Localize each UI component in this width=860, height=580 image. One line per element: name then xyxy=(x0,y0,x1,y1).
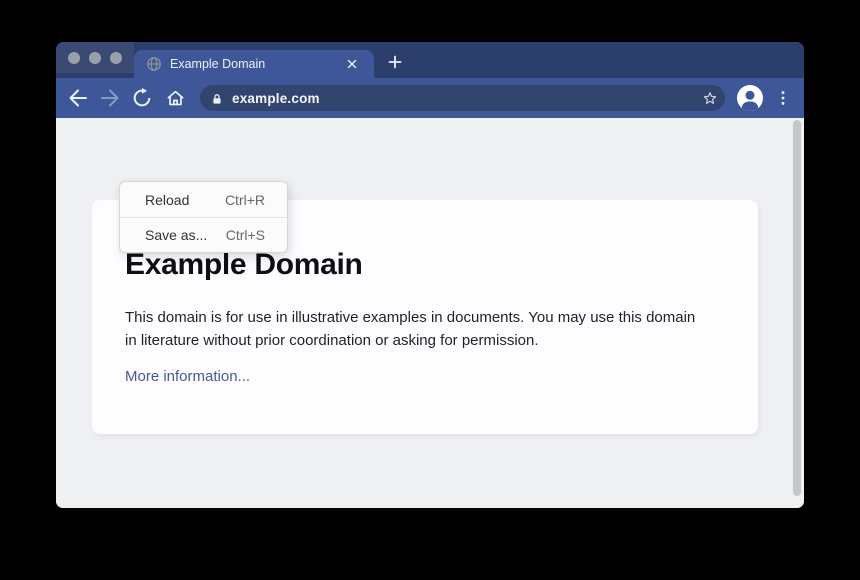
bookmark-star-icon[interactable] xyxy=(701,89,719,107)
page-title: Example Domain xyxy=(125,248,718,282)
context-menu: Reload Ctrl+R Save as... Ctrl+S xyxy=(119,181,288,253)
zoom-window-button[interactable] xyxy=(110,52,122,64)
scrollbar-thumb[interactable] xyxy=(793,120,801,496)
tab-close-icon[interactable] xyxy=(344,56,360,72)
menu-item-save-as[interactable]: Save as... Ctrl+S xyxy=(120,217,287,252)
home-icon xyxy=(164,87,187,110)
profile-avatar-icon[interactable] xyxy=(737,85,763,111)
minimize-window-button[interactable] xyxy=(89,52,101,64)
tab-strip: Example Domain xyxy=(56,42,804,78)
back-arrow-icon xyxy=(66,86,90,110)
reload-button[interactable] xyxy=(130,86,154,110)
forward-button[interactable] xyxy=(98,86,122,110)
toolbar: example.com xyxy=(56,78,804,118)
menu-item-shortcut: Ctrl+S xyxy=(226,227,265,243)
browser-tab[interactable]: Example Domain xyxy=(134,50,374,78)
page-viewport: Example Domain This domain is for use in… xyxy=(56,118,804,508)
home-button[interactable] xyxy=(163,86,187,110)
favicon-globe-icon xyxy=(146,56,162,72)
address-bar[interactable]: example.com xyxy=(200,85,725,111)
kebab-menu-icon[interactable] xyxy=(771,86,795,110)
browser-window: Example Domain xyxy=(56,42,804,508)
back-button[interactable] xyxy=(66,86,90,110)
lock-icon xyxy=(211,92,223,104)
forward-arrow-icon xyxy=(98,86,122,110)
reload-icon xyxy=(131,87,153,109)
menu-item-label: Reload xyxy=(145,192,189,208)
page-paragraph: This domain is for use in illustrative e… xyxy=(125,306,710,352)
tab-title: Example Domain xyxy=(170,57,344,71)
desktop-background: Example Domain xyxy=(0,0,860,580)
menu-item-label: Save as... xyxy=(145,227,207,243)
more-information-link[interactable]: More information... xyxy=(125,368,250,385)
menu-item-reload[interactable]: Reload Ctrl+R xyxy=(120,182,287,217)
url-text: example.com xyxy=(232,91,320,106)
window-controls xyxy=(56,42,134,73)
new-tab-button[interactable] xyxy=(387,54,403,70)
menu-item-shortcut: Ctrl+R xyxy=(225,192,265,208)
close-window-button[interactable] xyxy=(68,52,80,64)
plus-icon xyxy=(387,54,403,70)
